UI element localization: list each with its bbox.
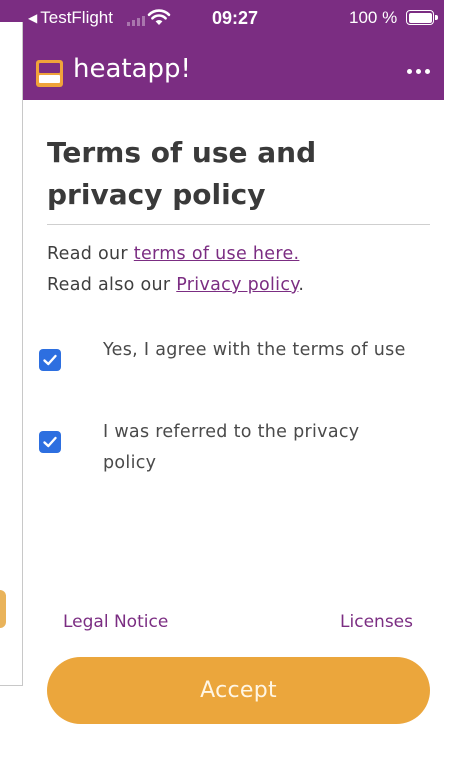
- privacy-prefix: Read also our: [47, 275, 177, 295]
- licenses-link[interactable]: Licenses: [340, 612, 413, 632]
- wifi-icon: [147, 9, 171, 25]
- privacy-line: Read also our Privacy policy.: [47, 270, 429, 301]
- app-header: heatapp!: [23, 42, 444, 100]
- privacy-suffix: .: [298, 275, 305, 295]
- signal-icon: [127, 16, 145, 26]
- back-app-label: TestFlight: [40, 8, 113, 27]
- checkmark-icon: [43, 436, 57, 448]
- privacy-policy-link[interactable]: Privacy policy: [176, 275, 298, 295]
- page-title: Terms of use and privacy policy: [47, 136, 317, 211]
- policy-links: Read our terms of use here. Read also ou…: [47, 239, 429, 301]
- background-panel: [0, 0, 23, 686]
- battery-fill: [408, 12, 432, 23]
- privacy-referred-label: I was referred to the privacy policy: [103, 422, 360, 473]
- back-triangle-icon: ◀: [28, 11, 38, 25]
- status-time: 09:27: [212, 8, 259, 28]
- background-accent: [0, 590, 6, 628]
- phone-screen: ◀ TestFlight 09:27 100 % heatapp! Terms …: [23, 0, 444, 757]
- status-bar: ◀ TestFlight 09:27 100 %: [23, 0, 444, 42]
- terms-line: Read our terms of use here.: [47, 239, 429, 270]
- agree-terms-label: Yes, I agree with the terms of use: [103, 340, 406, 360]
- agree-terms-checkbox[interactable]: [39, 349, 61, 371]
- terms-of-use-link[interactable]: terms of use here.: [134, 244, 300, 264]
- legal-notice-link[interactable]: Legal Notice: [63, 612, 168, 632]
- terms-content: Terms of use and privacy policy Read our…: [47, 132, 430, 301]
- screen: ◀ TestFlight 09:27 100 % heatapp! Terms …: [0, 0, 453, 757]
- more-dots-icon[interactable]: [407, 69, 430, 74]
- heatapp-logo-icon: [36, 60, 63, 87]
- checkmark-icon: [43, 354, 57, 366]
- background-panel-right: [444, 0, 453, 757]
- app-name: heatapp!: [73, 54, 191, 84]
- battery-icon: [406, 10, 438, 25]
- privacy-referred-checkbox[interactable]: [39, 431, 61, 453]
- battery-percent: 100 %: [349, 8, 398, 27]
- back-to-testflight-button[interactable]: ◀ TestFlight: [28, 8, 113, 28]
- background-header-strip: [0, 0, 23, 22]
- footer-links: Legal Notice Licenses: [63, 612, 413, 632]
- title-divider: [47, 224, 430, 225]
- accept-button[interactable]: Accept: [47, 657, 430, 724]
- terms-prefix: Read our: [47, 244, 134, 264]
